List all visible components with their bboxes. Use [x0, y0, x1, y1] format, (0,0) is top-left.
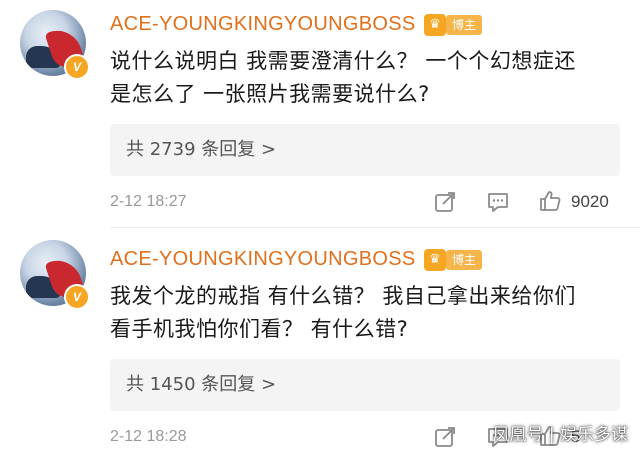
role-badge: 博主	[446, 15, 483, 35]
comment-item: V ACE-YOUNGKINGYOUNGBOSS ♛ 博主 说什么说明白 我需要…	[0, 0, 640, 225]
comment-text-line: 看手机我怕你们看？ 有什么错?	[110, 317, 409, 341]
share-icon[interactable]	[433, 425, 457, 449]
comment-text: 说什么说明白 我需要澄清什么？ 一个个幻想症还 是怎么了 一张照片我需要说什么?	[110, 45, 620, 111]
username[interactable]: ACE-YOUNGKINGYOUNGBOSS	[110, 248, 416, 271]
comment-text-line: 说什么说明白 我需要澄清什么？ 一个个幻想症还	[110, 49, 576, 73]
like-icon[interactable]	[538, 189, 562, 213]
comment-text: 我发个龙的戒指 有什么错？ 我自己拿出来给你们 看手机我怕你们看？ 有什么错?	[110, 280, 620, 346]
share-icon[interactable]	[433, 190, 457, 214]
watermark: 凤凰号 | 娱乐多谋	[492, 425, 628, 445]
username[interactable]: ACE-YOUNGKINGYOUNGBOSS	[110, 13, 416, 36]
role-badge: 博主	[446, 250, 483, 270]
comment-text-line: 我发个龙的戒指 有什么错？ 我自己拿出来给你们	[110, 284, 576, 308]
timestamp: 2-12 18:28	[110, 428, 187, 445]
timestamp: 2-12 18:27	[110, 193, 187, 210]
level-badge-icon: ♛	[424, 14, 446, 36]
view-replies-button[interactable]: 共 1450 条回复 >	[110, 359, 620, 411]
verified-badge-icon: V	[64, 284, 90, 310]
view-replies-button[interactable]: 共 2739 条回复 >	[110, 124, 620, 176]
like-count: 9020	[571, 192, 609, 211]
verified-badge-icon: V	[64, 54, 90, 80]
level-badge-icon: ♛	[424, 249, 446, 271]
comment-item: V ACE-YOUNGKINGYOUNGBOSS ♛ 博主 我发个龙的戒指 有什…	[0, 228, 640, 451]
comment-text-line: 是怎么了 一张照片我需要说什么?	[110, 82, 430, 106]
comment-icon[interactable]	[486, 190, 510, 214]
